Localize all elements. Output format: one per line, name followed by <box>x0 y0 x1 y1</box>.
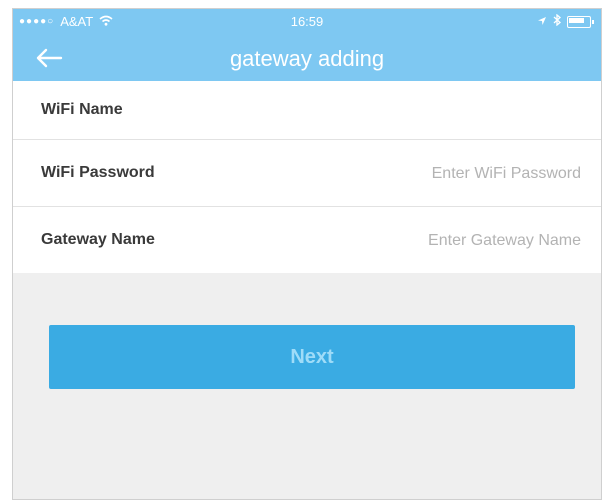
next-button[interactable]: Next <box>49 325 575 389</box>
wifi-password-label: WiFi Password <box>41 164 155 181</box>
location-icon <box>537 14 547 29</box>
gateway-form: WiFi Name WiFi Password Gateway Name <box>13 81 601 273</box>
wifi-name-label: WiFi Name <box>41 101 123 118</box>
gateway-name-input[interactable] <box>289 223 583 259</box>
wifi-name-row: WiFi Name <box>13 81 601 140</box>
nav-bar: gateway adding <box>13 35 601 81</box>
wifi-name-input[interactable] <box>289 93 583 129</box>
wifi-password-input[interactable] <box>289 156 583 192</box>
status-indicators <box>537 13 594 29</box>
status-bar: ●●●●○ A&AT 16:59 <box>13 9 601 35</box>
page-title: gateway adding <box>229 46 385 71</box>
bluetooth-icon <box>553 13 561 29</box>
status-time: 16:59 <box>290 14 324 29</box>
gateway-name-row: Gateway Name <box>13 207 601 273</box>
battery-icon <box>567 15 594 28</box>
gateway-name-label: Gateway Name <box>41 231 155 248</box>
wifi-password-row: WiFi Password <box>13 140 601 207</box>
phone-screen: ●●●●○ A&AT 16:59 gateway adding WiFi Nam… <box>12 8 602 500</box>
